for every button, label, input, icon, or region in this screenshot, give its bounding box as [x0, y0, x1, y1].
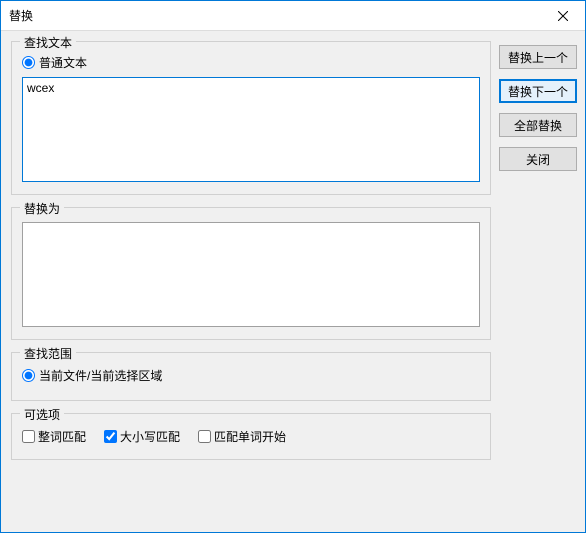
- word-start-checkbox[interactable]: [198, 430, 211, 443]
- replace-dialog-window: 替换 查找文本 普通文本 替换为: [0, 0, 586, 533]
- case-label: 大小写匹配: [120, 428, 180, 445]
- close-icon: [558, 11, 568, 21]
- case-checkbox-item[interactable]: 大小写匹配: [104, 428, 180, 445]
- word-start-checkbox-item[interactable]: 匹配单词开始: [198, 428, 286, 445]
- scope-current-radio-label: 当前文件/当前选择区域: [39, 367, 162, 384]
- window-title: 替换: [9, 7, 540, 24]
- replace-with-group: 替换为: [11, 207, 491, 340]
- scope-current-radio[interactable]: [22, 369, 35, 382]
- find-text-input[interactable]: [23, 78, 479, 178]
- plain-text-radio[interactable]: [22, 56, 35, 69]
- case-checkbox[interactable]: [104, 430, 117, 443]
- whole-word-label: 整词匹配: [38, 428, 86, 445]
- find-text-group-label: 查找文本: [20, 34, 76, 51]
- replace-prev-button[interactable]: 替换上一个: [499, 45, 577, 69]
- options-group: 可选项 整词匹配 大小写匹配 匹配单词开始: [11, 413, 491, 460]
- replace-text-wrap: [22, 222, 480, 327]
- scope-current-radio-row[interactable]: 当前文件/当前选择区域: [22, 367, 480, 384]
- titlebar: 替换: [1, 1, 585, 31]
- whole-word-checkbox[interactable]: [22, 430, 35, 443]
- window-close-button[interactable]: [540, 1, 585, 31]
- find-text-wrap: [22, 77, 480, 182]
- find-text-group: 查找文本 普通文本: [11, 41, 491, 195]
- right-button-panel: 替换上一个 替换下一个 全部替换 关闭: [499, 41, 577, 522]
- replace-with-group-label: 替换为: [20, 200, 64, 217]
- left-panel: 查找文本 普通文本 替换为 查找范围 当前文件/当前选: [11, 41, 491, 522]
- replace-all-button[interactable]: 全部替换: [499, 113, 577, 137]
- replace-text-input[interactable]: [23, 223, 479, 323]
- scope-group-label: 查找范围: [20, 345, 76, 362]
- options-group-label: 可选项: [20, 406, 64, 423]
- plain-text-radio-label: 普通文本: [39, 54, 87, 71]
- dialog-body: 查找文本 普通文本 替换为 查找范围 当前文件/当前选: [1, 31, 585, 532]
- replace-next-button[interactable]: 替换下一个: [499, 79, 577, 103]
- plain-text-radio-row[interactable]: 普通文本: [22, 54, 480, 71]
- close-button[interactable]: 关闭: [499, 147, 577, 171]
- word-start-label: 匹配单词开始: [214, 428, 286, 445]
- whole-word-checkbox-item[interactable]: 整词匹配: [22, 428, 86, 445]
- options-row: 整词匹配 大小写匹配 匹配单词开始: [22, 428, 480, 445]
- scope-group: 查找范围 当前文件/当前选择区域: [11, 352, 491, 401]
